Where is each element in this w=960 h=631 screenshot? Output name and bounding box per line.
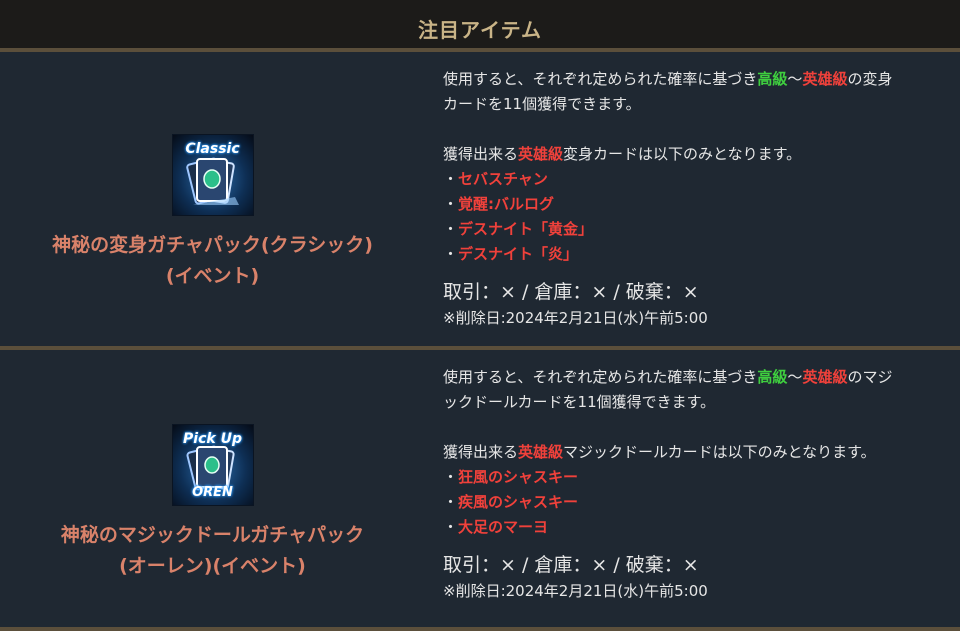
trade-restrictions: 取引：× / 倉庫：× / 破棄：× [443,554,699,576]
item-description: 使用すると、それぞれ定められた確率に基づき高級〜英雄級のマジ ックドールカードを… [425,350,960,627]
bullet: ・ [443,195,459,213]
desc-text: の変身 [847,70,893,88]
avail-prefix: 獲得出来る [443,443,519,461]
item-name: 神秘のマジックドールガチャパック (オーレン)(イベント) [61,520,364,582]
grade-low: 高級 [757,70,788,88]
card-list-item: ・セバスチャン [443,167,950,192]
section-header: 注目アイテム [0,0,960,52]
item-name-line1: 神秘の変身ガチャパック(クラシック) [52,234,373,256]
avail-line: 獲得出来る英雄級変身カードは以下のみとなります。 [443,142,950,167]
card-list-item: ・デスナイト「炎」 [443,242,950,267]
card-name: 疾風のシャスキー [458,493,579,511]
icon-label-bottom: OREN [192,484,233,500]
item-row: Classic 神秘の変身ガチャパック(クラシック) (イベント) 使用すると、… [0,52,960,350]
card-name: 狂風のシャスキー [458,468,579,486]
card-list-item: ・デスナイト「黄金」 [443,217,950,242]
card-list-item: ・大足のマーヨ [443,515,950,540]
card-name: デスナイト「黄金」 [458,220,594,238]
avail-suffix: マジックドールカードは以下のみとなります。 [563,443,876,461]
card-name: セバスチャン [458,170,548,188]
trade-restrictions: 取引：× / 倉庫：× / 破棄：× [443,281,699,303]
delete-date: ※削除日:2024年2月21日(水)午前5:00 [443,582,708,600]
grade-high: 英雄級 [802,368,848,386]
bullet: ・ [443,245,459,263]
icon-label-top: Pick Up [183,430,242,447]
card-list-item: ・覚醒:バルログ [443,192,950,217]
desc-line-2: カードを11個獲得できます。 [443,95,641,113]
grade-high: 英雄級 [802,70,848,88]
tilde: 〜 [787,70,803,88]
avail-grade: 英雄級 [518,145,564,163]
desc-line-1: 使用すると、それぞれ定められた確率に基づき高級〜英雄級の変身 [443,67,950,92]
delete-date: ※削除日:2024年2月21日(水)午前5:00 [443,309,708,327]
avail-prefix: 獲得出来る [443,145,519,163]
item-name: 神秘の変身ガチャパック(クラシック) (イベント) [52,230,373,292]
avail-grade: 英雄級 [518,443,564,461]
grade-low: 高級 [757,368,788,386]
avail-line: 獲得出来る英雄級マジックドールカードは以下のみとなります。 [443,440,950,465]
icon-label-top: Classic [185,141,240,157]
item-info: Pick Up OREN 神秘のマジックドールガチャパック (オーレン)(イベン… [0,350,425,627]
card-list-item: ・狂風のシャスキー [443,465,950,490]
gacha-pack-oren-icon: Pick Up OREN [171,423,254,506]
section-title: 注目アイテム [418,17,542,42]
desc-text: のマジ [847,368,893,386]
bullet: ・ [443,170,459,188]
item-name-line2: (イベント) [165,265,260,287]
card-name: デスナイト「炎」 [458,245,579,263]
bullet: ・ [443,518,459,536]
item-name-line1: 神秘のマジックドールガチャパック [60,523,365,546]
gacha-pack-classic-icon: Classic [171,134,254,216]
card-name: 大足のマーヨ [458,518,549,536]
card-list-item: ・疾風のシャスキー [443,490,950,515]
desc-text: 使用すると、それぞれ定められた確率に基づき [443,70,758,88]
item-description: 使用すると、それぞれ定められた確率に基づき高級〜英雄級の変身 カードを11個獲得… [425,52,960,346]
item-name-line2: (オーレン)(イベント) [119,554,306,577]
item-info: Classic 神秘の変身ガチャパック(クラシック) (イベント) [0,52,425,346]
item-row: Pick Up OREN 神秘のマジックドールガチャパック (オーレン)(イベン… [0,350,960,631]
card-name: 覚醒:バルログ [458,195,555,213]
bullet: ・ [443,468,459,486]
tilde: 〜 [787,368,803,386]
desc-text: 使用すると、それぞれ定められた確率に基づき [443,368,758,386]
avail-suffix: 変身カードは以下のみとなります。 [563,145,802,163]
bullet: ・ [443,493,459,511]
bullet: ・ [443,220,459,238]
desc-line-1: 使用すると、それぞれ定められた確率に基づき高級〜英雄級のマジ [443,365,950,390]
desc-line-2: ックドールカードを11個獲得できます。 [443,393,716,411]
